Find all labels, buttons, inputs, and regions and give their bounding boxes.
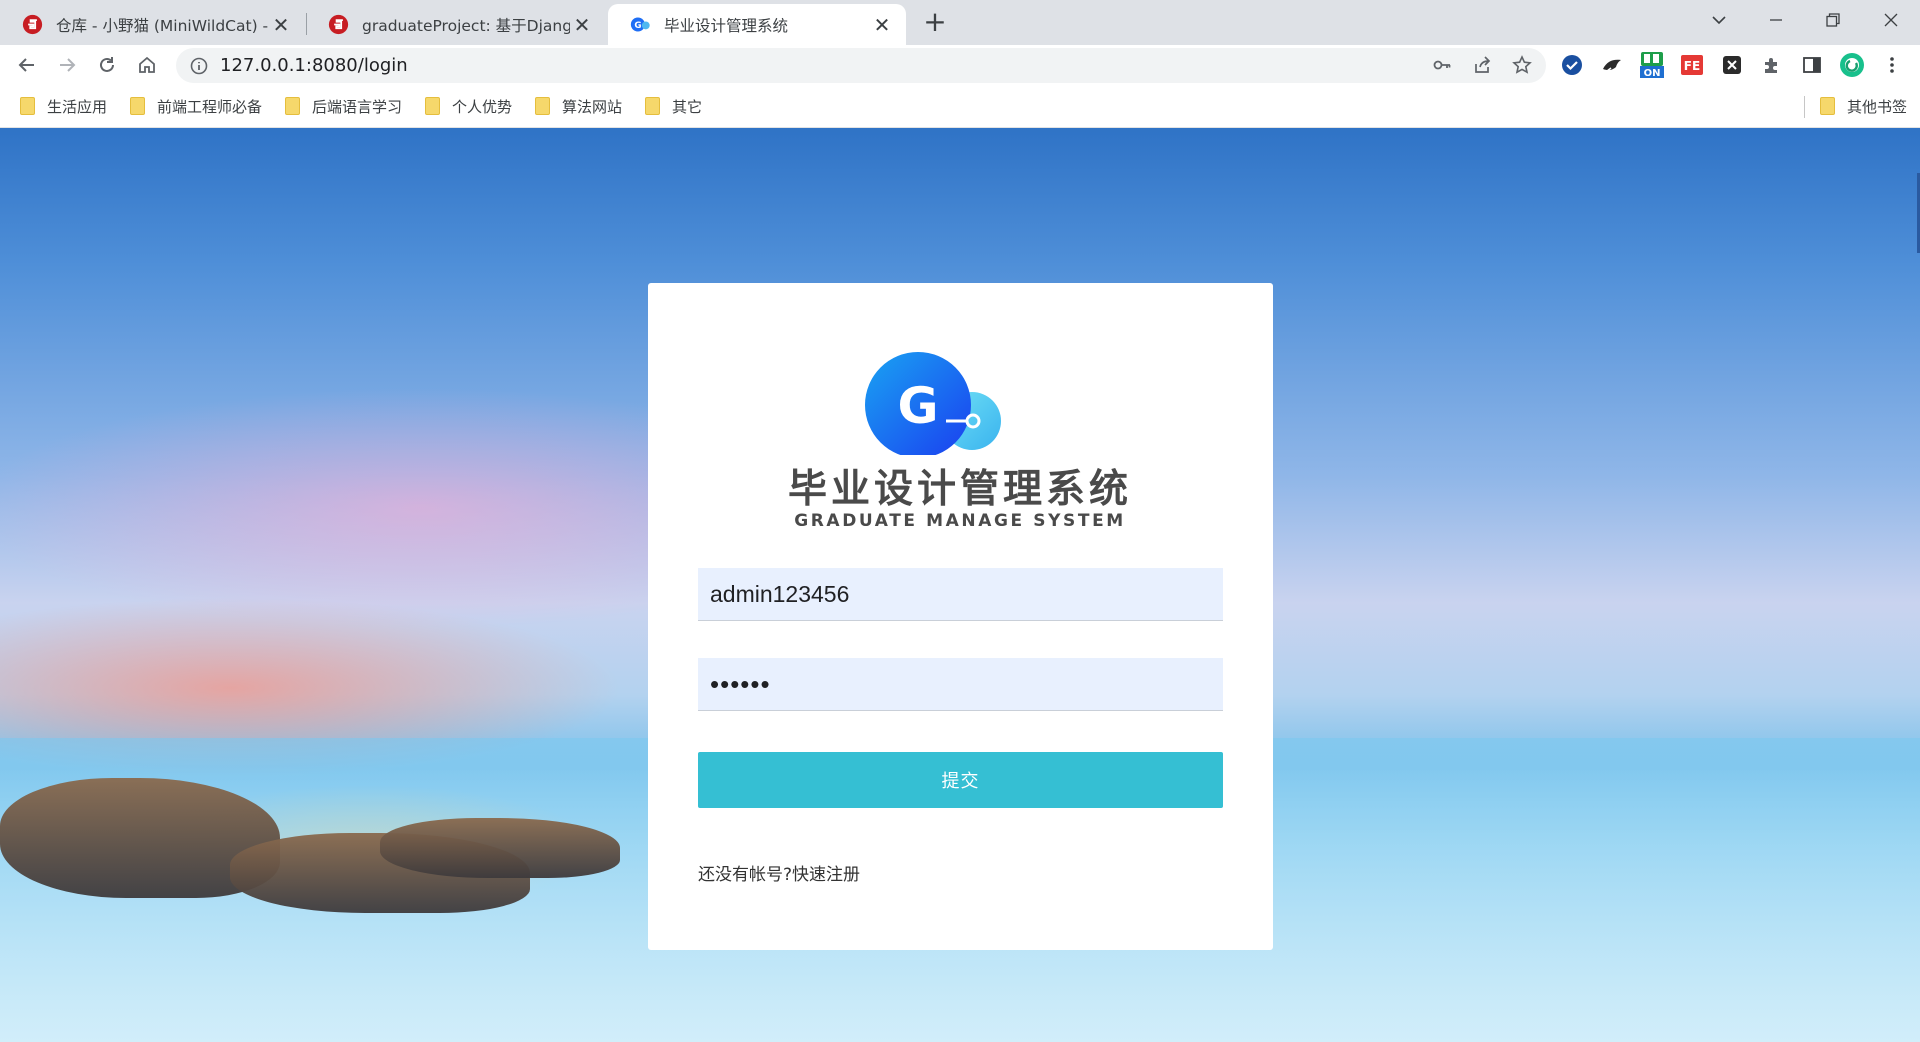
chevron-down-icon — [1712, 16, 1726, 25]
folder-icon — [535, 97, 550, 115]
close-tab-icon[interactable]: ✕ — [269, 13, 293, 37]
side-panel-icon[interactable] — [1796, 49, 1828, 81]
close-window-button[interactable] — [1868, 0, 1914, 40]
minimize-button[interactable] — [1753, 0, 1799, 40]
minimize-icon — [1770, 19, 1782, 21]
reload-button[interactable] — [90, 48, 124, 82]
bookmark-label: 其他书签 — [1847, 97, 1908, 116]
submit-button[interactable]: 提交 — [698, 752, 1223, 808]
reload-icon — [100, 57, 114, 72]
back-button[interactable] — [10, 48, 44, 82]
browser-toolbar: 127.0.0.1:8080/login ON FE — [0, 45, 1920, 85]
username-input[interactable] — [698, 568, 1223, 621]
bookmark-folder[interactable]: 生活应用 — [20, 94, 107, 118]
arrow-right-icon — [60, 58, 76, 72]
bookmarks-bar: 生活应用 前端工程师必备 后端语言学习 个人优势 算法网站 其它 其他书签 — [0, 85, 1920, 128]
bookmark-label: 个人优势 — [452, 97, 513, 116]
register-prompt: 还没有帐号?快速注册 — [698, 860, 860, 885]
folder-icon — [1820, 97, 1835, 115]
bookmark-folder[interactable]: 其它 — [645, 94, 702, 118]
gitee-icon — [22, 14, 43, 35]
bookmark-label: 算法网站 — [562, 97, 623, 116]
extension-check-icon[interactable] — [1556, 49, 1588, 81]
extension-bird-icon[interactable] — [1596, 49, 1628, 81]
bookmarks-divider — [1804, 96, 1805, 118]
background-rock — [380, 818, 620, 878]
tab-search-button[interactable] — [1696, 0, 1742, 40]
app-logo: G 毕业设计管理系统 GRADUATE MANAGE SYSTEM — [780, 335, 1140, 535]
extension-fe-label: FE — [1684, 59, 1700, 73]
more-vertical-icon — [1890, 57, 1894, 73]
forward-button[interactable] — [50, 48, 84, 82]
close-icon — [1884, 13, 1898, 27]
tab-graduate-system[interactable]: G 毕业设计管理系统 ✕ — [608, 4, 906, 45]
bookmark-star-icon[interactable] — [1506, 49, 1538, 81]
arrow-left-icon — [18, 58, 34, 72]
graduate-logo-icon: G — [630, 17, 650, 32]
home-icon — [139, 56, 155, 73]
other-bookmarks-folder[interactable]: 其他书签 — [1820, 94, 1907, 118]
folder-icon — [130, 97, 145, 115]
bookmark-label: 后端语言学习 — [312, 97, 403, 116]
svg-text:G: G — [634, 21, 641, 31]
bookmark-label: 生活应用 — [47, 97, 108, 116]
site-info-icon[interactable] — [182, 49, 216, 83]
logo-title-cn: 毕业设计管理系统 — [787, 467, 1132, 512]
new-tab-button[interactable]: + — [920, 5, 950, 38]
profile-avatar[interactable] — [1836, 49, 1868, 81]
url-text[interactable]: 127.0.0.1:8080/login — [220, 55, 408, 76]
tab-title: 仓库 - 小野猫 (MiniWildCat) - G — [56, 16, 269, 35]
logo-letter: G — [897, 377, 938, 435]
key-icon[interactable] — [1426, 49, 1458, 81]
tab-title: graduateProject: 基于Django打 — [362, 16, 570, 35]
home-button[interactable] — [130, 48, 164, 82]
gitee-icon — [328, 14, 349, 35]
extension-fe-icon[interactable]: FE — [1676, 49, 1708, 81]
extensions-puzzle-icon[interactable] — [1756, 49, 1788, 81]
address-bar[interactable]: 127.0.0.1:8080/login — [176, 48, 1546, 83]
register-prompt-text: 还没有帐号? — [698, 865, 793, 885]
restore-icon — [1826, 13, 1840, 27]
folder-icon — [425, 97, 440, 115]
bookmark-folder[interactable]: 个人优势 — [425, 94, 512, 118]
bookmark-label: 其它 — [672, 97, 703, 116]
tab-gitee-repo[interactable]: 仓库 - 小野猫 (MiniWildCat) - G ✕ — [0, 4, 305, 45]
graduate-logo-icon: G — [865, 352, 1001, 458]
folder-icon — [20, 97, 35, 115]
bookmark-folder[interactable]: 后端语言学习 — [285, 94, 402, 118]
tab-strip: 仓库 - 小野猫 (MiniWildCat) - G ✕ graduatePro… — [0, 0, 1920, 45]
register-link[interactable]: 快速注册 — [792, 865, 860, 885]
browser-menu-button[interactable] — [1876, 49, 1908, 81]
logo-title-en: GRADUATE MANAGE SYSTEM — [794, 511, 1126, 531]
extension-on-icon[interactable]: ON — [1636, 49, 1668, 81]
login-card: G 毕业设计管理系统 GRADUATE MANAGE SYSTEM 提交 还没有… — [648, 283, 1273, 950]
password-input[interactable] — [698, 658, 1223, 711]
bookmark-folder[interactable]: 算法网站 — [535, 94, 622, 118]
extension-x-icon[interactable] — [1716, 49, 1748, 81]
share-icon[interactable] — [1466, 49, 1498, 81]
extension-on-badge: ON — [1644, 68, 1661, 79]
close-tab-icon[interactable]: ✕ — [870, 13, 894, 37]
restore-button[interactable] — [1810, 0, 1856, 40]
folder-icon — [645, 97, 660, 115]
bookmark-folder[interactable]: 前端工程师必备 — [130, 94, 262, 118]
tab-graduate-project[interactable]: graduateProject: 基于Django打 ✕ — [306, 4, 606, 45]
folder-icon — [285, 97, 300, 115]
login-page: G 毕业设计管理系统 GRADUATE MANAGE SYSTEM 提交 还没有… — [0, 128, 1920, 1042]
close-tab-icon[interactable]: ✕ — [570, 13, 594, 37]
bookmark-label: 前端工程师必备 — [157, 97, 263, 116]
tab-title: 毕业设计管理系统 — [664, 16, 789, 35]
